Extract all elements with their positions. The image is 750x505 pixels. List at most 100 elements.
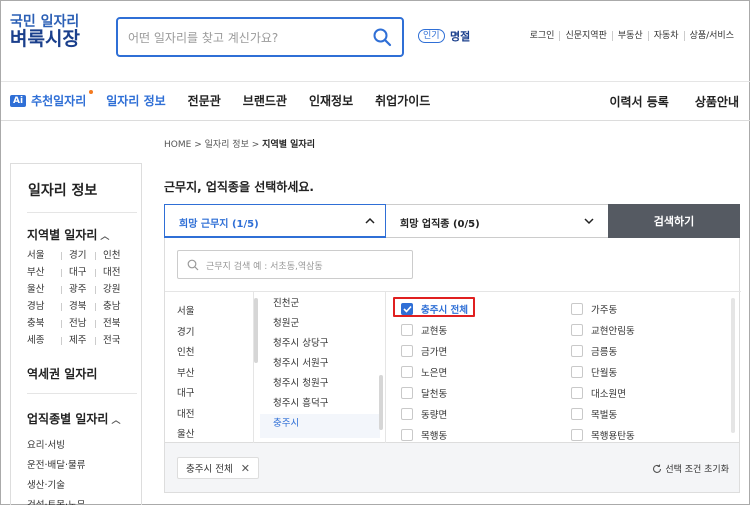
region-link[interactable]: 충북 xyxy=(27,317,61,330)
region-link[interactable]: 경기 xyxy=(61,249,95,262)
new-dot xyxy=(89,90,94,94)
district-checkbox[interactable]: 교현안림동 xyxy=(571,323,635,337)
city-item[interactable]: 청원군 xyxy=(273,314,328,334)
job-category-link[interactable]: 생산·기술 xyxy=(27,476,85,496)
sidebar-job-head[interactable]: 업직종별 일자리 ︿ xyxy=(27,410,120,427)
nav-talent[interactable]: 인재정보 xyxy=(309,92,353,109)
province-scrollbar[interactable] xyxy=(254,298,258,363)
city-item[interactable]: 청주시 흥덕구 xyxy=(273,394,328,414)
city-item[interactable]: 청주시 상당구 xyxy=(273,334,328,354)
district-checkbox[interactable]: 목벌동 xyxy=(571,407,617,421)
district-checkbox[interactable]: 동량면 xyxy=(401,407,447,421)
province-item[interactable]: 서울 xyxy=(177,302,194,323)
nav-recommend-label: 추천일자리 xyxy=(31,94,87,108)
job-category-link[interactable]: 운전·배달·물류 xyxy=(27,456,85,476)
breadcrumb-home[interactable]: HOME xyxy=(164,140,191,150)
nav-job-info[interactable]: 일자리 정보 xyxy=(106,92,165,109)
city-item-selected[interactable]: 충주시 xyxy=(273,414,328,434)
region-link[interactable]: 인천 xyxy=(95,249,129,262)
reset-label: 선택 조건 초기화 xyxy=(665,465,729,475)
region-link[interactable]: 대전 xyxy=(95,266,129,279)
search-button[interactable]: 검색하기 xyxy=(608,204,740,238)
logo-line2: 벼룩시장 xyxy=(10,27,80,50)
region-link[interactable]: 강원 xyxy=(95,283,129,296)
panel-divider xyxy=(165,291,741,292)
util-goods[interactable]: 상품/서비스 xyxy=(683,31,739,41)
city-scrollbar[interactable] xyxy=(379,375,383,430)
tab-job-type[interactable]: 희망 업직종 (0/5) xyxy=(386,204,608,238)
job-category-link[interactable]: 건설·토목·노무 xyxy=(27,496,85,505)
nav-brand[interactable]: 브랜드관 xyxy=(243,92,287,109)
popular-keyword[interactable]: 명절 xyxy=(450,28,470,44)
district-checkbox[interactable]: 목행동 xyxy=(401,428,447,442)
district-label: 대소원면 xyxy=(591,389,626,400)
nav-divider-top xyxy=(1,81,750,82)
region-link[interactable]: 울산 xyxy=(27,283,61,296)
district-label: 목행용탄동 xyxy=(591,431,635,442)
region-link[interactable]: 제주 xyxy=(61,334,95,347)
nav-specialty[interactable]: 전문관 xyxy=(188,92,221,109)
district-checkbox[interactable]: 금릉동 xyxy=(571,344,617,358)
district-checkbox[interactable]: 대소원면 xyxy=(571,386,626,400)
province-item[interactable]: 부산 xyxy=(177,364,194,385)
checkbox-icon xyxy=(401,387,413,399)
district-checkbox[interactable]: 목행용탄동 xyxy=(571,428,635,442)
util-car[interactable]: 자동차 xyxy=(647,31,684,41)
tab-location[interactable]: 희망 근무지 (1/5) xyxy=(164,204,386,238)
district-label: 금가면 xyxy=(421,347,448,358)
city-item[interactable]: 진천군 xyxy=(273,294,328,314)
region-link[interactable]: 세종 xyxy=(27,334,61,347)
region-link[interactable]: 대구 xyxy=(61,266,95,279)
reset-conditions-button[interactable]: 선택 조건 초기화 xyxy=(652,462,729,475)
district-checkbox[interactable]: 금가면 xyxy=(401,344,447,358)
util-realestate[interactable]: 부동산 xyxy=(611,31,648,41)
district-label: 달천동 xyxy=(421,389,448,400)
nav-product-info[interactable]: 상품안내 xyxy=(695,93,739,110)
province-item[interactable]: 대전 xyxy=(177,405,194,426)
search-icon[interactable] xyxy=(372,27,392,47)
region-link[interactable]: 경남 xyxy=(27,300,61,313)
region-link[interactable]: 전북 xyxy=(95,317,129,330)
district-checkbox[interactable]: 단월동 xyxy=(571,365,617,379)
district-label: 교현안림동 xyxy=(591,326,635,337)
city-list: 진천군 청원군 청주시 상당구 청주시 서원구 청주시 청원구 청주시 흥덕구 … xyxy=(273,294,328,434)
province-item[interactable]: 대구 xyxy=(177,384,194,405)
nav-resume-register[interactable]: 이력서 등록 xyxy=(609,93,668,110)
region-link[interactable]: 광주 xyxy=(61,283,95,296)
district-checkbox[interactable]: 노은면 xyxy=(401,365,447,379)
location-search-input[interactable]: 근무지 검색 예 : 서초동,역삼동 xyxy=(177,250,413,279)
region-link[interactable]: 충남 xyxy=(95,300,129,313)
nav-recommend[interactable]: 추천일자리 xyxy=(31,90,94,109)
main-search-input[interactable] xyxy=(128,28,358,48)
main-nav: Ai 추천일자리 일자리 정보 전문관 브랜드관 인재정보 취업가이드 xyxy=(10,90,452,109)
district-checkbox[interactable]: 교현동 xyxy=(401,323,447,337)
city-item[interactable]: 청주시 청원구 xyxy=(273,374,328,394)
selected-chip[interactable]: 충주시 전체 ✕ xyxy=(177,457,259,479)
region-grid: 서울 경기 인천 부산 대구 대전 울산 광주 강원 경남 경북 충남 충북 전… xyxy=(27,249,137,347)
sidebar-region-head[interactable]: 지역별 일자리 ︿ xyxy=(27,226,109,243)
site-logo[interactable]: 국민 일자리 벼룩시장 xyxy=(10,15,80,50)
main-search-box xyxy=(116,17,404,57)
district-scrollbar[interactable] xyxy=(731,298,735,433)
util-login[interactable]: 로그인 xyxy=(525,31,560,41)
util-newspaper-region[interactable]: 신문지역판 xyxy=(559,31,611,41)
region-link[interactable]: 부산 xyxy=(27,266,61,279)
nav-guide[interactable]: 취업가이드 xyxy=(375,92,430,109)
district-checkbox[interactable]: 달천동 xyxy=(401,386,447,400)
close-icon[interactable]: ✕ xyxy=(241,462,250,475)
job-category-link[interactable]: 요리·서빙 xyxy=(27,436,85,456)
highlight-box xyxy=(393,297,475,317)
region-link[interactable]: 서울 xyxy=(27,249,61,262)
chevron-up-icon xyxy=(365,217,375,224)
province-item[interactable]: 경기 xyxy=(177,323,194,344)
search-icon xyxy=(187,259,199,271)
region-link[interactable]: 경북 xyxy=(61,300,95,313)
province-item[interactable]: 인천 xyxy=(177,343,194,364)
region-link[interactable]: 전국 xyxy=(95,334,129,347)
region-link[interactable]: 전남 xyxy=(61,317,95,330)
district-label: 목행동 xyxy=(421,431,448,442)
sidebar-station-head[interactable]: 역세권 일자리 xyxy=(27,365,97,382)
city-item[interactable]: 청주시 서원구 xyxy=(273,354,328,374)
district-checkbox[interactable]: 가주동 xyxy=(571,302,617,316)
breadcrumb-mid[interactable]: 일자리 정보 xyxy=(205,140,249,150)
